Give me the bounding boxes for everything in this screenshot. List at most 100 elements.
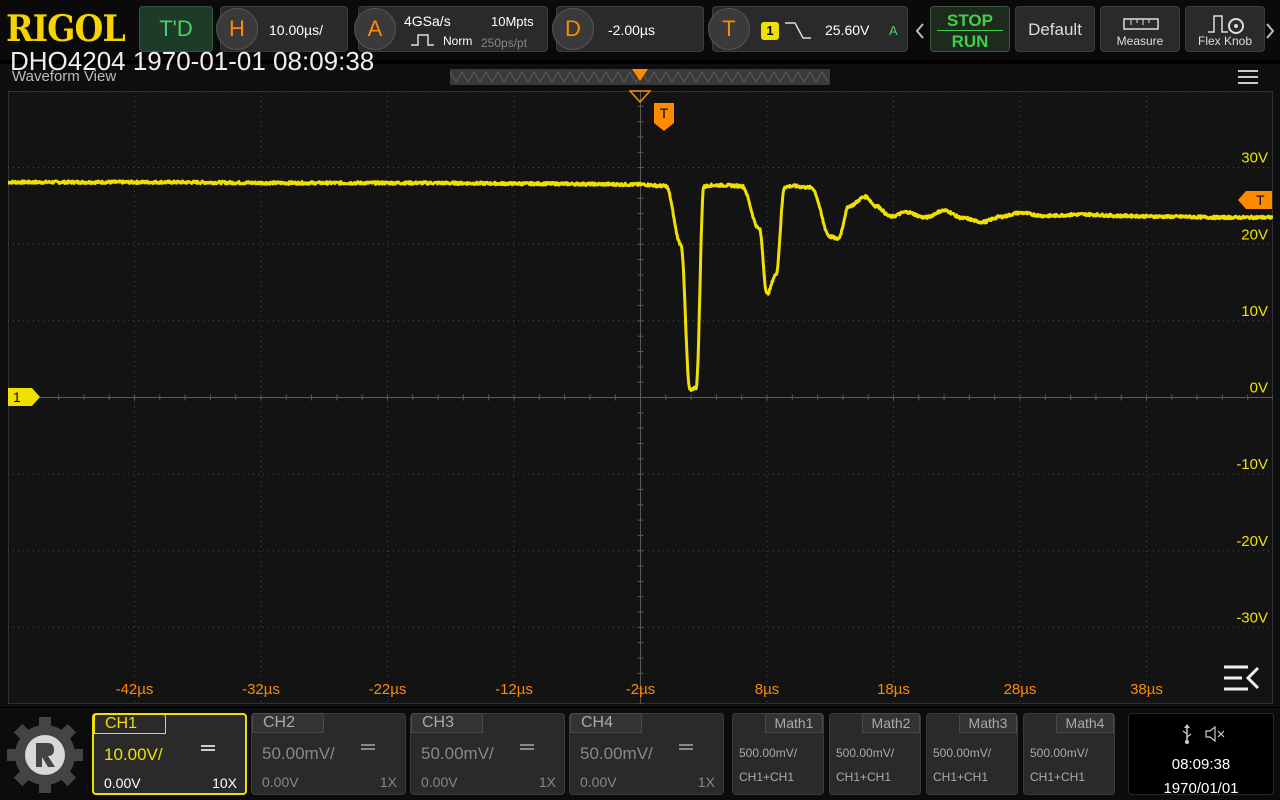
falling-edge-icon <box>785 22 811 39</box>
ch4-menu-icon <box>679 744 693 752</box>
measure-label: Measure <box>1116 34 1164 48</box>
flex-knob-button[interactable]: Flex Knob <box>1185 6 1265 52</box>
chevron-right-icon[interactable] <box>1264 22 1276 40</box>
chevron-left-icon[interactable] <box>914 22 926 40</box>
ch2-panel[interactable]: CH2 50.00mV/ 0.00V 1X <box>251 713 406 795</box>
default-button[interactable]: Default <box>1015 6 1095 52</box>
math3-source: CH1+CH1 <box>933 770 989 784</box>
status-time: 08:09:38 <box>1171 756 1231 773</box>
trigger-source-badge: 1 <box>761 22 779 40</box>
x-tick-label: -32µs <box>242 681 280 698</box>
trigger-status: A <box>889 23 898 38</box>
stop-label: STOP <box>947 11 993 30</box>
math1-scale: 500.00mV/ <box>739 746 798 760</box>
math1-panel[interactable]: Math1 500.00mV/ CH1+CH1 <box>732 713 824 795</box>
math2-scale: 500.00mV/ <box>836 746 895 760</box>
math4-source: CH1+CH1 <box>1030 770 1086 784</box>
ch3-probe: 1X <box>538 774 556 790</box>
trigger-icon: T <box>708 8 750 50</box>
measure-button[interactable]: Measure <box>1100 6 1180 52</box>
x-tick-label: 38µs <box>1130 681 1163 698</box>
ch1-probe: 10X <box>212 775 237 791</box>
ch1-offset-marker[interactable]: 1 <box>8 388 40 406</box>
acquire-icon: A <box>354 8 396 50</box>
x-tick-label: -42µs <box>116 681 154 698</box>
ch2-tab: CH2 <box>252 713 324 733</box>
flex-knob-icon <box>1208 15 1244 34</box>
timebase-value: 10.00µs/ <box>269 22 323 38</box>
memory-depth: 10Mpts <box>491 14 534 29</box>
usb-icon <box>1182 724 1192 744</box>
math4-scale: 500.00mV/ <box>1030 746 1089 760</box>
acquire-mode-icon <box>411 34 434 46</box>
ch4-scale: 50.00mV/ <box>580 744 653 763</box>
x-tick-label: -2µs <box>626 681 655 698</box>
math2-source: CH1+CH1 <box>836 770 892 784</box>
math3-tab: Math3 <box>959 713 1017 733</box>
y-tick-label: 20V <box>1241 226 1268 243</box>
device-timestamp-overlay: DHO4204 1970-01-01 08:09:38 <box>10 46 375 76</box>
flex-knob-label: Flex Knob <box>1197 34 1253 48</box>
memory-navigator[interactable] <box>450 69 830 85</box>
default-label: Default <box>1028 20 1082 39</box>
status-clock-panel[interactable]: 08:09:38 1970/01/01 <box>1128 713 1274 797</box>
measure-icon <box>1123 18 1159 30</box>
rigol-gear-icon[interactable] <box>6 716 84 794</box>
x-tick-label: -22µs <box>369 681 407 698</box>
delay-value: -2.00µs <box>608 22 655 38</box>
y-tick-label: 10V <box>1241 303 1268 320</box>
math3-scale: 500.00mV/ <box>933 746 992 760</box>
math2-panel[interactable]: Math2 500.00mV/ CH1+CH1 <box>829 713 921 795</box>
ch1-marker-label: 1 <box>13 389 21 405</box>
ch3-menu-icon <box>520 744 534 752</box>
x-tick-label: 18µs <box>877 681 910 698</box>
ch3-scale: 50.00mV/ <box>421 744 494 763</box>
ch4-tab: CH4 <box>570 713 642 733</box>
ch2-menu-icon <box>361 744 375 752</box>
speaker-mute-icon[interactable] <box>1205 726 1225 742</box>
ch1-panel[interactable]: CH1 10.00V/ 0.00V 10X <box>92 713 247 795</box>
y-tick-label: 0V <box>1250 380 1268 397</box>
collapse-menu-icon[interactable] <box>1222 664 1260 692</box>
trigger-position-outline-icon <box>629 90 652 103</box>
math2-tab: Math2 <box>862 713 920 733</box>
time-resolution: 250ps/pt <box>481 36 528 50</box>
ch1-offset: 0.00V <box>104 775 141 791</box>
horizontal-icon: H <box>216 8 258 50</box>
waveform-plot[interactable]: 30V 20V 10V 0V -10V -20V -30V -42µs -32µs -22µs -… <box>8 91 1273 704</box>
ch3-tab: CH3 <box>411 713 483 733</box>
ch1-tab: CH1 <box>94 714 166 734</box>
acquire-mode: Norm <box>443 34 473 48</box>
x-tick-label: -12µs <box>495 681 533 698</box>
ch3-offset: 0.00V <box>421 774 458 790</box>
math4-panel[interactable]: Math4 500.00mV/ CH1+CH1 <box>1023 713 1115 795</box>
math1-tab: Math1 <box>765 713 823 733</box>
trigger-flag[interactable]: T <box>654 103 674 131</box>
trigger-level-marker[interactable]: T <box>1238 191 1272 209</box>
ch2-scale: 50.00mV/ <box>262 744 335 763</box>
waveform-svg: 30V 20V 10V 0V -10V -20V -30V -42µs -32µs -22µs -… <box>8 91 1273 704</box>
trigger-flag-label: T <box>659 105 669 121</box>
math4-tab: Math4 <box>1056 713 1114 733</box>
stop-run-button[interactable]: STOP RUN <box>930 6 1010 52</box>
delay-icon: D <box>552 8 594 50</box>
rigol-logo: RIGOL <box>6 8 126 50</box>
ch4-panel[interactable]: CH4 50.00mV/ 0.00V 1X <box>569 713 724 795</box>
y-tick-label: 30V <box>1241 150 1268 167</box>
ch1-scale: 10.00V/ <box>104 745 163 764</box>
math1-source: CH1+CH1 <box>739 770 795 784</box>
trigger-level-label: T <box>1256 192 1265 208</box>
trigger-level: 25.60V <box>825 22 870 38</box>
y-tick-label: -10V <box>1236 456 1268 473</box>
sample-rate: 4GSa/s <box>404 13 451 29</box>
ch1-menu-icon <box>201 745 215 753</box>
x-tick-label: 8µs <box>755 681 780 698</box>
hamburger-menu-icon[interactable] <box>1238 70 1258 86</box>
ch2-probe: 1X <box>379 774 397 790</box>
math3-panel[interactable]: Math3 500.00mV/ CH1+CH1 <box>926 713 1018 795</box>
ch3-panel[interactable]: CH3 50.00mV/ 0.00V 1X <box>410 713 565 795</box>
bottom-bar: CH1 10.00V/ 0.00V 10X CH2 50.00mV/ 0.00V… <box>0 708 1280 800</box>
run-label: RUN <box>951 32 989 51</box>
status-date: 1970/01/01 <box>1163 780 1239 797</box>
ch4-offset: 0.00V <box>580 774 617 790</box>
